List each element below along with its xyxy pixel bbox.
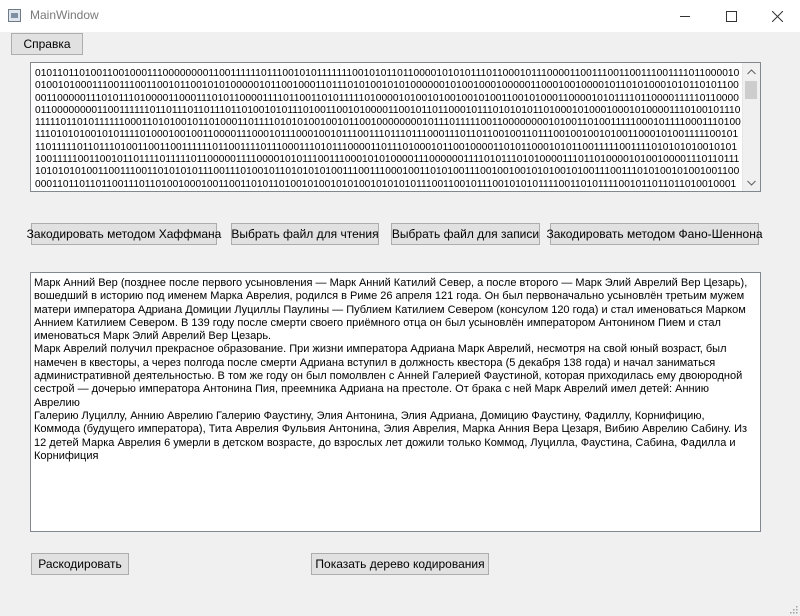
help-menu-button[interactable]: Справка: [11, 33, 83, 55]
scroll-down-button[interactable]: [743, 174, 760, 191]
scroll-thumb[interactable]: [745, 81, 757, 99]
close-icon: [771, 10, 783, 22]
encode-huffman-button[interactable]: Закодировать методом Хаффмана: [27, 223, 221, 245]
source-text: Марк Анний Вер (позднее после первого ус…: [34, 277, 748, 462]
chevron-up-icon: [747, 68, 756, 74]
show-coding-tree-button[interactable]: Показать дерево кодирования: [311, 553, 489, 575]
resize-grip-icon[interactable]: [788, 604, 798, 614]
source-text-area[interactable]: Марк Анний Вер (позднее после первого ус…: [30, 272, 761, 532]
close-button[interactable]: [754, 0, 800, 32]
encoded-output-scrollbar[interactable]: [742, 63, 760, 191]
decode-button[interactable]: Раскодировать: [31, 553, 129, 575]
minimize-icon: [680, 16, 690, 17]
encoded-output-text: 0101101101001100100011100000000110011111…: [35, 68, 741, 190]
encoded-output-textarea[interactable]: 0101101101001100100011100000000110011111…: [30, 62, 761, 192]
maximize-icon: [725, 10, 737, 22]
select-write-file-button[interactable]: Выбрать файл для записи: [391, 223, 540, 245]
window-title: MainWindow: [30, 8, 99, 22]
title-bar[interactable]: MainWindow: [0, 0, 800, 32]
encode-fano-shannon-button[interactable]: Закодировать методом Фано-Шеннона: [546, 223, 763, 245]
maximize-button[interactable]: [708, 0, 754, 32]
window-app-icon: [8, 9, 21, 22]
minimize-button[interactable]: [662, 0, 708, 32]
chevron-down-icon: [747, 180, 756, 186]
scroll-up-button[interactable]: [743, 63, 760, 80]
select-read-file-button[interactable]: Выбрать файл для чтения: [231, 223, 379, 245]
